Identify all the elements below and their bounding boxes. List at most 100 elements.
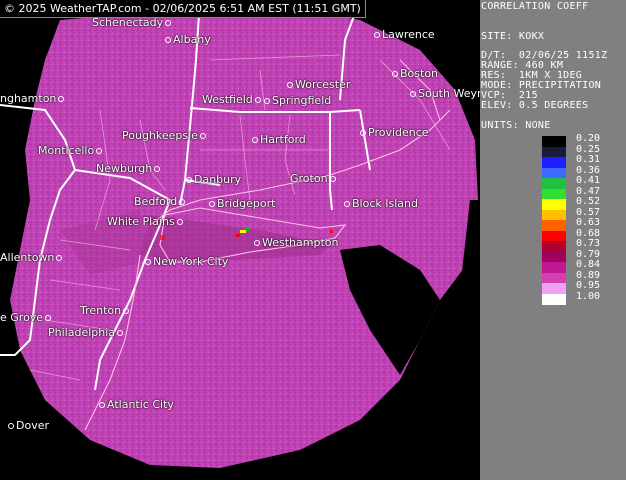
city-label: Block Island	[342, 198, 418, 210]
city-name: Bridgeport	[217, 197, 276, 210]
legend-panel: CORRELATION COEFF SITE: KOKX D/T: 02/06/…	[480, 0, 626, 480]
city-name: Lawrence	[382, 28, 435, 41]
scale-swatch	[542, 199, 566, 210]
scale-value-label: 0.79	[576, 248, 601, 260]
city-dot-icon	[374, 32, 380, 38]
city-dot-icon	[117, 330, 124, 336]
scale-swatch	[542, 241, 566, 252]
city-label: New York City	[143, 256, 228, 268]
city-label: Albany	[163, 34, 211, 46]
scale-swatch	[542, 293, 566, 305]
city-label: Springfield	[262, 95, 331, 107]
radar-viewer: Schenectady Albany Lawrence Worcester Boston…	[0, 0, 626, 480]
city-name: Atlantic City	[107, 398, 174, 411]
city-label: Danbury	[184, 174, 241, 186]
city-label: nghamton	[0, 93, 66, 105]
city-dot-icon	[8, 423, 14, 429]
scale-swatch	[542, 272, 566, 284]
city-dot-icon	[199, 133, 206, 139]
scale-swatch	[542, 220, 566, 231]
city-dot-icon	[344, 201, 350, 207]
city-name: Westhampton	[262, 236, 339, 249]
scale-swatch	[542, 283, 566, 294]
city-label: Providence	[358, 127, 429, 139]
color-scale	[542, 136, 566, 305]
city-dot-icon	[145, 259, 151, 265]
timestamp-banner: © 2025 WeatherTAP.com - 02/06/2025 6:51 …	[0, 0, 366, 18]
scale-value-label: 0.63	[576, 217, 601, 228]
city-name: Dover	[16, 419, 49, 432]
city-name: Monticello	[38, 144, 95, 157]
scale-swatch	[542, 146, 566, 158]
city-dot-icon	[209, 201, 215, 207]
city-label: Schenectady	[92, 17, 173, 29]
product-title: CORRELATION COEFF	[481, 1, 589, 12]
city-label: Westfield	[202, 94, 263, 106]
site-label: SITE: KOKX	[481, 31, 545, 42]
scale-swatch	[542, 230, 566, 242]
city-dot-icon	[154, 166, 161, 172]
city-dot-icon	[58, 96, 65, 102]
city-dot-icon	[264, 98, 270, 104]
scale-swatch	[542, 209, 566, 221]
city-dot-icon	[410, 91, 416, 97]
city-dot-icon	[176, 219, 183, 225]
city-label: Monticello	[38, 145, 104, 157]
city-dot-icon	[287, 82, 293, 88]
units-label: UNITS: NONE	[481, 120, 551, 131]
city-name: Bedford	[134, 195, 178, 208]
city-name: nghamton	[0, 92, 57, 105]
scale-value-label: 0.84	[576, 259, 601, 270]
city-name: South Weymouth	[418, 87, 480, 100]
city-label: Westhampton	[252, 237, 338, 249]
city-name: New York City	[153, 255, 229, 268]
scale-swatch	[542, 167, 566, 179]
city-name: Springfield	[272, 94, 332, 107]
city-label: Newburgh	[96, 163, 162, 175]
city-name: Westfield	[202, 93, 253, 106]
city-label: Poughkeepsie	[122, 130, 208, 142]
city-label: Trenton	[80, 305, 131, 317]
city-label: Philadelphia	[48, 327, 125, 339]
elevation-label: ELEV: 0.5 DEGREES	[481, 100, 589, 111]
scale-value-label: 0.41	[576, 175, 601, 186]
city-dot-icon	[179, 199, 186, 205]
city-name: White Plains	[107, 215, 175, 228]
city-label: Bedford	[134, 196, 187, 208]
scale-value-label: 0.47	[576, 185, 601, 197]
city-dot-icon	[329, 176, 336, 182]
city-dot-icon	[186, 177, 192, 183]
scale-swatch	[542, 157, 566, 168]
scale-value-label: 0.31	[576, 154, 601, 165]
city-name: Worcester	[295, 78, 351, 91]
city-dot-icon	[165, 20, 172, 26]
scale-value-label: 0.68	[576, 227, 601, 239]
city-name: e Grove	[0, 311, 44, 324]
scale-value-label: 1.00	[576, 290, 601, 302]
city-label: Lawrence	[372, 29, 435, 41]
city-dot-icon	[96, 148, 103, 154]
city-name: Newburgh	[96, 162, 153, 175]
radar-map[interactable]: Schenectady Albany Lawrence Worcester Boston…	[0, 0, 480, 480]
city-dot-icon	[254, 97, 261, 103]
city-dot-icon	[252, 137, 258, 143]
scale-value-label: 0.57	[576, 206, 601, 218]
scale-value-label: 0.95	[576, 280, 601, 291]
city-name: Poughkeepsie	[122, 129, 198, 142]
city-name: Groton	[290, 172, 328, 185]
city-name: Allentown	[0, 251, 55, 264]
city-dot-icon	[56, 255, 63, 261]
scale-value-label: 0.36	[576, 164, 601, 176]
scale-swatch	[542, 251, 566, 263]
city-name: Block Island	[352, 197, 418, 210]
scale-value-label: 0.52	[576, 196, 601, 207]
scale-value-label: 0.73	[576, 238, 601, 249]
scale-swatch	[542, 188, 566, 200]
city-label: Worcester	[285, 79, 350, 91]
city-dot-icon	[392, 71, 398, 77]
city-label: White Plains	[107, 216, 185, 228]
scale-swatch	[542, 262, 566, 273]
scale-value-label: 0.25	[576, 143, 601, 155]
scale-value-label: 0.20	[576, 133, 601, 144]
city-name: Trenton	[80, 304, 122, 317]
